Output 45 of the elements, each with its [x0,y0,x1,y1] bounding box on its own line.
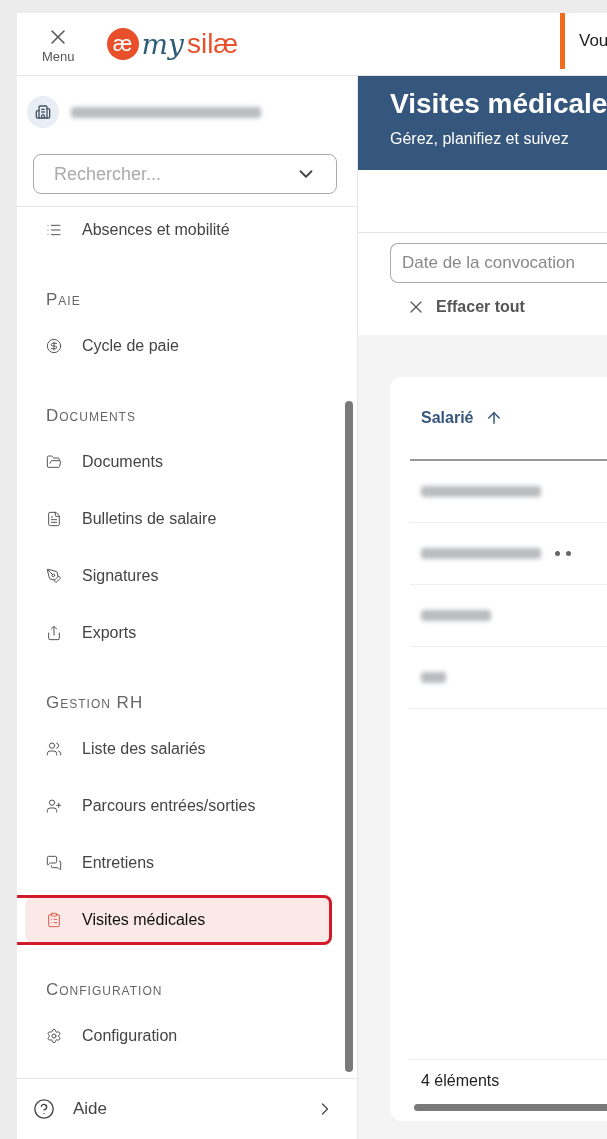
logo-text: silæ [186,28,239,60]
nav-item[interactable]: Bulletins de salaire [25,496,330,542]
chat-icon [46,855,62,871]
logo-text: my [141,27,184,61]
list-icon [46,222,62,238]
nav-item[interactable]: Parcours entrées/sorties [25,783,330,829]
scrollbar[interactable] [345,401,353,1072]
column-header[interactable]: Salarié [410,377,607,461]
user-plus-icon [46,798,62,814]
notice-text: Vou [560,13,607,69]
coin-icon [46,338,62,354]
nav-item[interactable]: Signatures [25,553,330,599]
upload-icon [46,625,62,641]
settings-icon [46,1028,62,1044]
item-count: 4 éléments [421,1072,500,1089]
page-subtitle: Gérez, planifiez et suivez [390,130,570,148]
logo-mark: æ [106,28,139,60]
help-icon [33,1098,55,1120]
search-field[interactable]: Rechercher... [33,154,337,194]
section-title: Paie [45,289,82,311]
help-item[interactable]: Aide [17,1078,357,1139]
blurred-employee-name [421,672,446,683]
nav-item[interactable]: Liste des salariés [25,726,330,772]
date-filter-field[interactable]: Date de la convocation [390,243,607,283]
clipboard-icon [46,912,62,928]
page-title: Visites médicale [390,88,607,120]
building-icon [27,96,59,128]
menu-button[interactable]: Menu [42,24,75,64]
folder-icon [46,454,62,470]
clear-all-button[interactable]: Effacer tout [390,297,525,317]
users-icon [46,741,62,757]
document-icon [46,511,62,527]
nav-item[interactable]: Documents [25,439,330,485]
nav-item[interactable]: Exports [25,610,330,656]
section-title: Documents [45,405,137,427]
nav-item[interactable]: Entretiens [25,840,330,886]
more-icon[interactable] [555,551,571,556]
horizontal-scrollbar[interactable] [414,1104,607,1111]
nav-item[interactable]: Absences et mobilité [25,207,330,253]
section-title: Gestion RH [45,692,145,714]
pen-icon [46,568,62,584]
nav-item[interactable]: Cycle de paie [25,323,330,369]
section-title: Configuration [45,979,164,1001]
blurred-employee-name [421,610,491,621]
nav-item[interactable]: Configuration [25,1013,330,1059]
